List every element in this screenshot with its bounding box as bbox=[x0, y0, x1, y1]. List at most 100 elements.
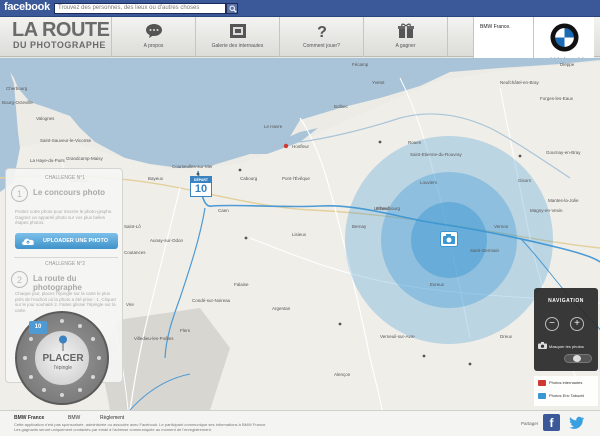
place-label: Gisors bbox=[518, 178, 532, 183]
footer-disclaimer-2: Les gagnants seront uniquement contactés… bbox=[14, 427, 212, 432]
legend-tabuchi-label: Photos Eric Tabuchi bbox=[549, 393, 585, 399]
upload-photo-label: UPLOADER UNE PHOTO bbox=[43, 238, 108, 244]
gift-icon bbox=[397, 23, 414, 38]
place-label: Vernon bbox=[494, 224, 509, 229]
day-marker[interactable]: DÉPART 10 bbox=[190, 176, 212, 197]
camera-red-icon bbox=[538, 380, 546, 386]
app-logo[interactable]: LA ROUTE DU PHOTOGRAPHE bbox=[0, 17, 112, 57]
dial-placer-label: PLACER bbox=[42, 353, 84, 364]
nav-about[interactable]: A propos bbox=[112, 17, 196, 57]
place-label: Magny-en-Vexin bbox=[530, 208, 563, 213]
pin-dial[interactable]: 10 PLACER l'épingle bbox=[15, 311, 109, 405]
place-label: Condé-sur-Noireau bbox=[192, 298, 231, 303]
hide-photos-toggle[interactable] bbox=[564, 354, 592, 363]
facebook-logo[interactable]: facebook bbox=[4, 1, 50, 13]
toggle-knob bbox=[573, 355, 581, 362]
facebook-f-icon: f bbox=[549, 416, 554, 430]
legend-internautes[interactable]: Photos internautes bbox=[538, 380, 582, 386]
pin-icon bbox=[59, 335, 67, 351]
day-marker-number: 10 bbox=[194, 183, 208, 195]
place-label: Pont-l'Évêque bbox=[282, 176, 310, 181]
cloud-upload-icon bbox=[22, 238, 34, 245]
footer: BMW France BMW Règlement Cette applicati… bbox=[0, 410, 600, 436]
nav-gallery-label: Galerie des internautes bbox=[211, 43, 264, 49]
footer-link-bmw-france[interactable]: BMW France bbox=[14, 415, 44, 421]
place-label: Dieppe bbox=[560, 62, 575, 67]
place-label: Neufchâtel-en-Bray bbox=[500, 80, 539, 85]
photo-legend: Photos internautes Photos Eric Tabuchi bbox=[534, 376, 598, 406]
share-facebook-button[interactable]: f bbox=[543, 414, 560, 431]
upload-photo-button[interactable]: UPLOADER UNE PHOTO bbox=[15, 233, 118, 249]
svg-text:?: ? bbox=[317, 24, 327, 39]
place-label: Lisieux bbox=[292, 232, 307, 237]
zoom-in-button[interactable]: + bbox=[570, 317, 584, 331]
challenge2-header: CHALLENGE N°2 bbox=[44, 261, 86, 267]
nav-prizes[interactable]: A gagner bbox=[364, 17, 448, 57]
place-label: Rouen bbox=[408, 140, 422, 145]
challenge1-number: 1 bbox=[11, 185, 28, 202]
place-label: La Haye-du-Puits bbox=[30, 158, 65, 163]
zoom-out-button[interactable]: − bbox=[545, 317, 559, 331]
dial-epingle-label: l'épingle bbox=[53, 365, 73, 371]
question-icon: ? bbox=[317, 24, 327, 39]
nav-about-label: A propos bbox=[143, 43, 164, 49]
challenge2-desc: Chaque jour, placez l'épingle sur la car… bbox=[15, 291, 117, 313]
place-label: Coutances bbox=[124, 250, 146, 255]
speech-bubble-icon bbox=[145, 24, 162, 38]
place-label: Fécamp bbox=[352, 62, 369, 67]
camera-icon bbox=[538, 342, 547, 349]
place-label: Saint-Sauveur-le-Vicomte bbox=[40, 138, 92, 143]
share-label: Partager bbox=[521, 421, 539, 426]
place-label: Verneuil-sur-Avre bbox=[380, 334, 415, 339]
place-label: Forges-les-Eaux bbox=[540, 96, 574, 101]
place-label: Cabourg bbox=[240, 176, 258, 181]
challenge2-title: La route du photographe bbox=[33, 274, 82, 292]
footer-link-bmw[interactable]: BMW bbox=[68, 415, 80, 421]
legend-tabuchi[interactable]: Photos Eric Tabuchi bbox=[538, 393, 584, 399]
place-label: Dreux bbox=[500, 334, 513, 339]
bmw-logo-icon bbox=[550, 23, 579, 52]
place-label: Evreux bbox=[430, 282, 445, 287]
logo-title: LA ROUTE bbox=[12, 19, 110, 41]
nav-how-to-play[interactable]: ? Comment jouer? bbox=[280, 17, 364, 57]
place-label: Argentan bbox=[272, 306, 291, 311]
challenge2-number: 2 bbox=[11, 271, 28, 288]
place-label: Grandcamp-Maisy bbox=[66, 156, 103, 161]
place-label: Vire bbox=[126, 302, 134, 307]
place-label: Saint-Lô bbox=[124, 224, 141, 229]
logo-subtitle: DU PHOTOGRAPHE bbox=[13, 40, 106, 50]
place-label: Saint-Germain bbox=[470, 248, 500, 253]
dial-day-badge[interactable]: 10 bbox=[29, 321, 47, 334]
challenge1-header: CHALLENGE N°1 bbox=[44, 175, 86, 181]
place-label: Cherbourg bbox=[6, 86, 28, 91]
place-label: Le Havre bbox=[264, 124, 283, 129]
camera-blue-icon bbox=[538, 393, 546, 399]
facebook-search-input[interactable]: Trouvez des personnes, des lieux ou d'au… bbox=[54, 3, 226, 14]
hide-photos-label: Masquer les photos bbox=[549, 344, 584, 349]
place-label: Bayeux bbox=[148, 176, 164, 181]
legend-internautes-label: Photos internautes bbox=[549, 380, 583, 386]
nav-how-to-play-label: Comment jouer? bbox=[303, 43, 340, 49]
place-label: Bernay bbox=[352, 224, 367, 229]
challenge1-desc: Postez votre photo pour inscrire le phot… bbox=[15, 209, 113, 225]
place-label: Aunay-sur-Odon bbox=[150, 238, 184, 243]
app-header: LA ROUTE DU PHOTOGRAPHE A propos Galerie… bbox=[0, 17, 600, 75]
search-icon bbox=[229, 5, 237, 13]
place-label: Saint-Etienne-du-Rouvray bbox=[410, 152, 462, 157]
place-label: Bourg-Octeville bbox=[2, 100, 33, 105]
facebook-search-button[interactable] bbox=[226, 3, 238, 14]
place-label: Villedieu-les-Poêles bbox=[134, 336, 174, 341]
share-twitter-icon[interactable] bbox=[568, 414, 585, 431]
place-label: Mantes-la-Jolie bbox=[548, 198, 579, 203]
footer-link-reglement[interactable]: Règlement bbox=[100, 415, 124, 421]
place-label: Le Neubourg bbox=[374, 206, 401, 211]
place-pin-button[interactable]: PLACER l'épingle bbox=[34, 330, 90, 386]
nav-gallery[interactable]: Galerie des internautes bbox=[196, 17, 280, 57]
place-label: Alençon bbox=[334, 372, 351, 377]
place-label: Caen bbox=[218, 208, 229, 213]
navigation-title: NAVIGATION bbox=[548, 298, 584, 304]
place-label: Yvetot bbox=[372, 80, 385, 85]
camera-marker-icon[interactable] bbox=[440, 231, 458, 247]
place-label: Courseulles-sur-Mer bbox=[172, 164, 213, 169]
challenge-divider bbox=[14, 257, 118, 258]
